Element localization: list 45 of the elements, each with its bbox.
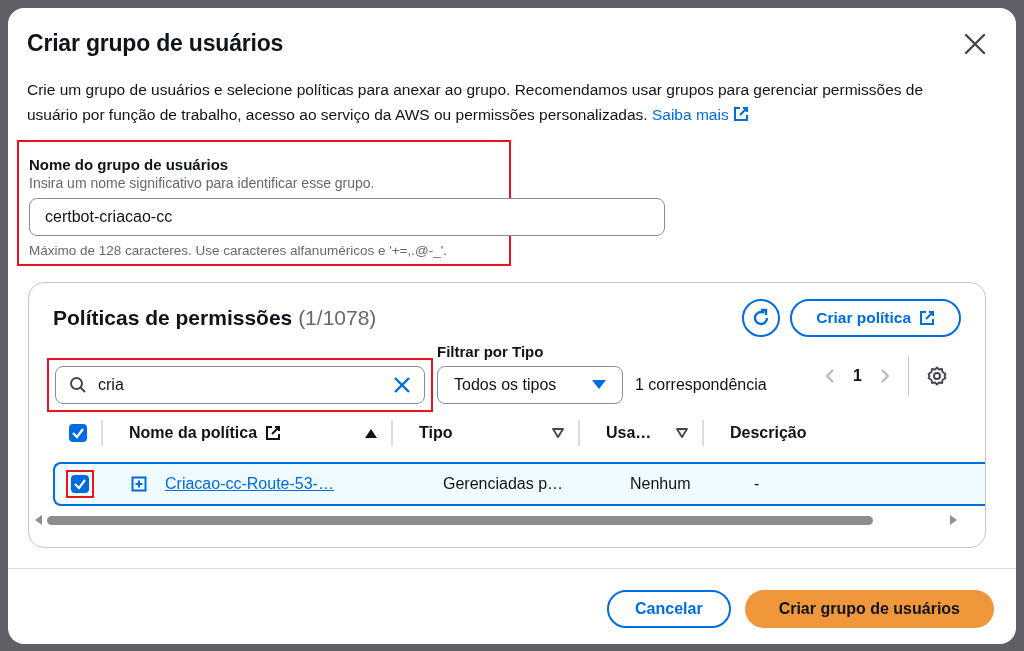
filter-icon[interactable] — [676, 428, 688, 438]
policy-name-link[interactable]: Criacao-cc-Route-53-… — [165, 475, 334, 493]
filter-label: Filtrar por Tipo — [437, 343, 545, 360]
learn-more-link[interactable]: Saiba mais — [651, 106, 749, 123]
external-link-icon — [265, 425, 282, 441]
cancel-button[interactable]: Cancelar — [607, 590, 731, 628]
field-hint: Insira um nome significativo para identificar esse grupo. — [29, 175, 375, 191]
page-number[interactable]: 1 — [853, 367, 862, 385]
table-cell: - — [754, 475, 760, 493]
refresh-button[interactable] — [742, 299, 781, 337]
dropdown-caret-icon — [592, 380, 606, 390]
group-name-input[interactable]: certbot-criacao-cc — [29, 198, 665, 236]
close-icon — [964, 32, 986, 55]
close-button[interactable] — [964, 32, 986, 55]
panel-title: Políticas de permissões — [53, 306, 293, 329]
search-icon — [69, 376, 87, 394]
expand-icon[interactable] — [131, 476, 147, 492]
sort-ascending-icon[interactable] — [365, 428, 377, 438]
scroll-left-icon[interactable] — [35, 515, 43, 525]
search-field[interactable]: cria — [55, 366, 425, 404]
policy-count: (1/1078) — [298, 306, 377, 329]
column-header[interactable]: Usa… — [606, 424, 652, 442]
settings-icon[interactable] — [926, 366, 947, 386]
column-header[interactable]: Nome da política — [129, 424, 258, 442]
create-group-button[interactable]: Criar grupo de usuários — [744, 590, 994, 628]
column-header[interactable]: Descrição — [730, 424, 807, 442]
external-link-icon — [732, 106, 749, 122]
row-checkbox[interactable] — [71, 475, 89, 493]
filter-icon[interactable] — [552, 428, 564, 438]
external-link-icon — [919, 310, 935, 326]
table-cell: Nenhum — [630, 475, 691, 493]
column-header[interactable]: Tipo — [419, 424, 453, 442]
field-constraint: Máximo de 128 caracteres. Use caracteres alfanuméricos e '+=,.@-_'. — [29, 243, 448, 258]
dialog-description: Crie um grupo de usuários e selecione políticas para anexar ao grupo. Recomendamos usar grupos para gerenciar permissões de usuário por função de trabalho, acesso ao serviço da AWS ou permissões personalizadas. Saiba mais — [27, 80, 925, 125]
table-cell: Gerenciadas p… — [443, 475, 564, 493]
select-all-checkbox[interactable] — [69, 424, 87, 442]
scroll-right-icon[interactable] — [949, 515, 957, 525]
type-filter-dropdown[interactable]: Todos os tipos — [437, 366, 623, 404]
match-count: 1 correspondência — [635, 376, 768, 394]
dialog-title: Criar grupo de usuários — [27, 30, 284, 57]
field-label: Nome do grupo de usuários — [29, 156, 229, 173]
clear-icon[interactable] — [393, 376, 411, 394]
table-row[interactable]: Criacao-cc-Route-53-… Gerenciadas p… Nenhum - — [53, 462, 985, 506]
horizontal-scrollbar[interactable] — [35, 514, 957, 526]
create-policy-button[interactable]: Criar política — [790, 299, 961, 337]
